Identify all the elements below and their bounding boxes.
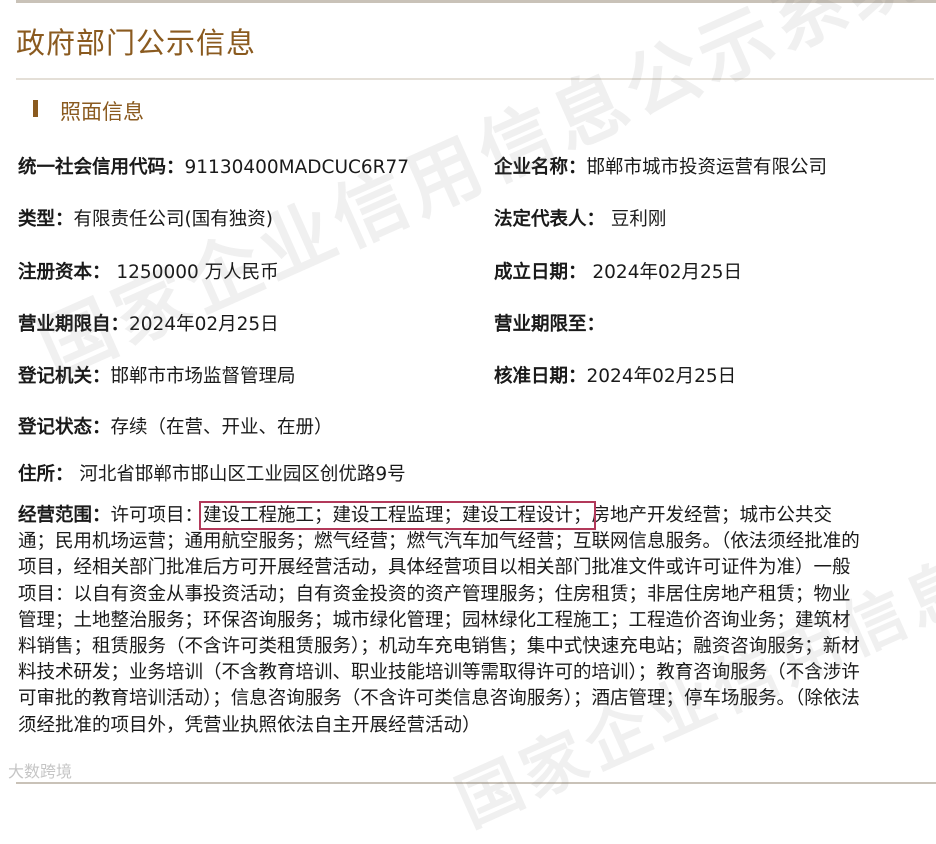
field-company-name: 企业名称：邯郸市城市投资运营有限公司	[494, 153, 827, 179]
field-value: 邯郸市市场监督管理局	[110, 366, 296, 387]
field-term-to: 营业期限至：	[494, 310, 605, 336]
top-divider	[16, 0, 936, 3]
field-established: 成立日期： 2024年02月25日	[494, 258, 742, 284]
field-value: 1250000 万人民币	[110, 262, 279, 283]
field-label: 住所：	[18, 464, 74, 485]
field-label: 经营范围：	[18, 505, 111, 526]
field-business-scope: 经营范围：许可项目：建设工程施工；建设工程监理；建设工程设计；房地产开发经营；城…	[18, 501, 868, 739]
field-value: 2024年02月25日	[129, 314, 279, 335]
scope-highlight: 建设工程施工；建设工程监理；建设工程设计；	[199, 501, 596, 530]
field-label: 核准日期：	[494, 366, 587, 387]
section-title: 照面信息	[60, 100, 144, 124]
field-value: 有限责任公司(国有独资)	[73, 209, 273, 230]
field-credit-code: 统一社会信用代码：91130400MADCUC6R77	[18, 153, 409, 179]
field-term-from: 营业期限自：2024年02月25日	[18, 310, 279, 336]
field-value: 2024年02月25日	[586, 262, 743, 283]
bottom-divider	[16, 782, 936, 784]
field-label: 营业期限至：	[494, 314, 606, 335]
page-title: 政府部门公示信息	[16, 26, 257, 60]
field-authority: 登记机关：邯郸市市场监督管理局	[18, 362, 296, 388]
field-value: 河北省邯郸市邯山区工业园区创优路9号	[73, 464, 406, 485]
field-value: 91130400MADCUC6R77	[184, 157, 410, 178]
field-legal-rep: 法定代表人： 豆利刚	[494, 205, 666, 231]
field-label: 企业名称：	[494, 157, 587, 178]
field-value: 邯郸市城市投资运营有限公司	[586, 157, 828, 178]
field-label: 注册资本：	[18, 262, 111, 283]
field-label: 统一社会信用代码：	[18, 157, 185, 178]
field-value: 存续（在营、开业、在册）	[110, 417, 333, 438]
title-divider	[16, 78, 934, 80]
field-label: 登记状态：	[18, 417, 111, 438]
field-label: 法定代表人：	[494, 209, 606, 230]
scope-text: 房地产开发经营；城市公共交通；民用机场运营；通用航空服务；燃气经营；燃气汽车加气…	[18, 505, 860, 736]
scope-prefix: 许可项目：	[110, 505, 204, 526]
field-address: 住所： 河北省邯郸市邯山区工业园区创优路9号	[18, 460, 406, 486]
field-label: 成立日期：	[494, 262, 587, 283]
watermark-logo: 大数跨境	[8, 762, 73, 781]
field-status: 登记状态：存续（在营、开业、在册）	[18, 413, 333, 439]
field-label: 营业期限自：	[18, 314, 130, 335]
field-value: 豆利刚	[605, 209, 667, 230]
field-type: 类型：有限责任公司(国有独资)	[18, 205, 273, 231]
section-marker	[33, 100, 38, 117]
field-capital: 注册资本： 1250000 万人民币	[18, 258, 279, 284]
field-label: 类型：	[18, 209, 74, 230]
field-label: 登记机关：	[18, 366, 111, 387]
field-value: 2024年02月25日	[586, 366, 737, 387]
field-approval-date: 核准日期：2024年02月25日	[494, 362, 736, 388]
